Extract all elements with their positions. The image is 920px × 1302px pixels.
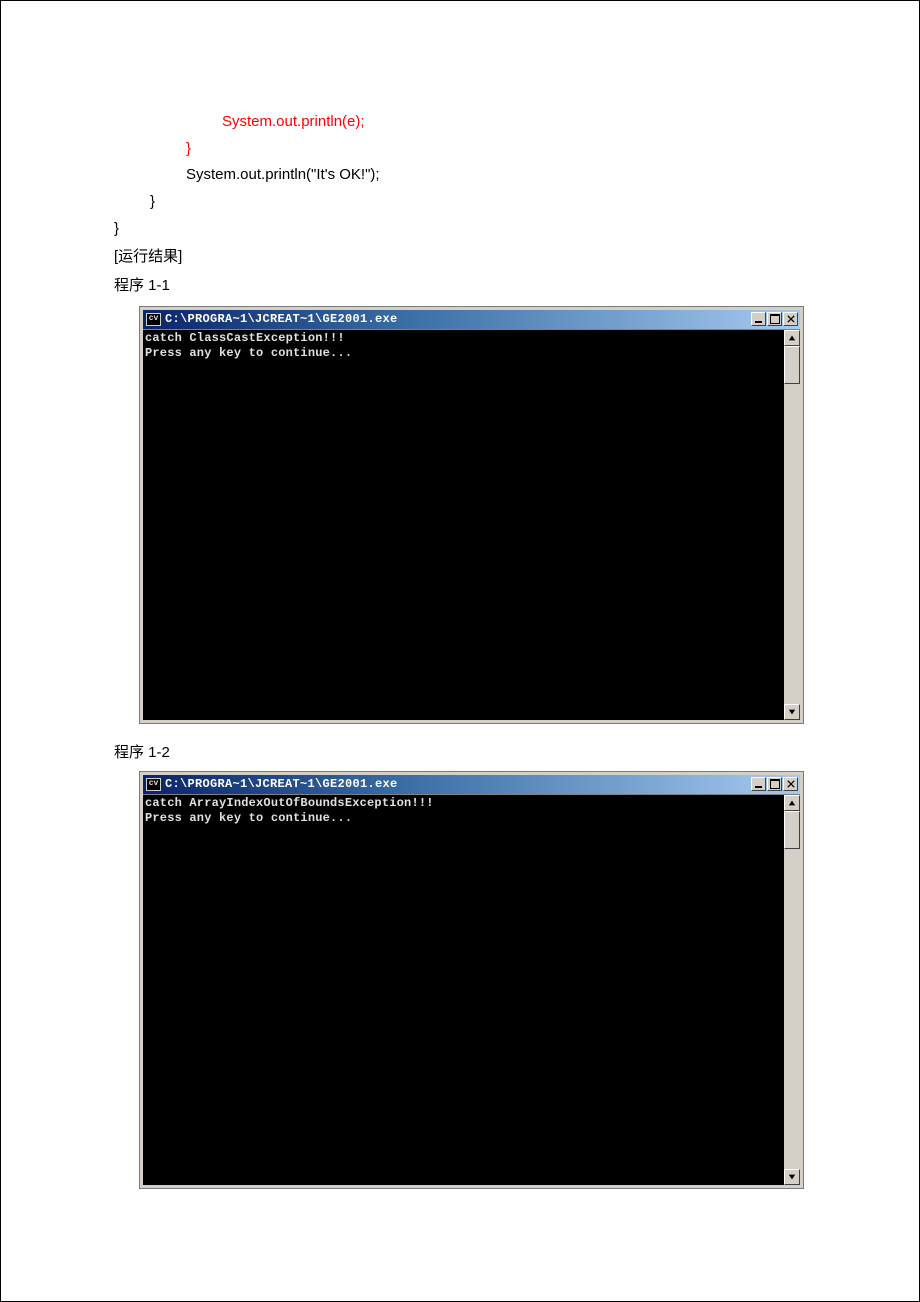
page-frame: System.out.println(e); } System.out.prin… bbox=[0, 0, 920, 1302]
scrollbar-track[interactable] bbox=[784, 346, 800, 704]
console-output: catch ArrayIndexOutOfBoundsException!!! … bbox=[143, 795, 784, 1185]
cmd-icon: cv bbox=[146, 778, 161, 791]
titlebar[interactable]: cv C:\PROGRA~1\JCREAT~1\GE2001.exe bbox=[143, 775, 800, 794]
close-button[interactable] bbox=[783, 312, 798, 326]
code-line: System.out.println("It's OK!"); bbox=[114, 162, 919, 189]
console-window-2: cv C:\PROGRA~1\JCREAT~1\GE2001.exe catch… bbox=[139, 771, 804, 1189]
scroll-down-button[interactable] bbox=[784, 704, 800, 720]
console-window-1: cv C:\PROGRA~1\JCREAT~1\GE2001.exe catch… bbox=[139, 306, 804, 724]
maximize-button[interactable] bbox=[767, 777, 782, 791]
close-icon bbox=[787, 315, 795, 323]
close-icon bbox=[787, 780, 795, 788]
titlebar[interactable]: cv C:\PROGRA~1\JCREAT~1\GE2001.exe bbox=[143, 310, 800, 329]
scrollbar-track[interactable] bbox=[784, 811, 800, 1169]
scroll-down-button[interactable] bbox=[784, 1169, 800, 1185]
scroll-up-button[interactable] bbox=[784, 330, 800, 346]
code-line: } bbox=[114, 189, 919, 216]
close-button[interactable] bbox=[783, 777, 798, 791]
code-line: } bbox=[114, 136, 919, 163]
arrow-down-icon bbox=[788, 708, 796, 716]
console-output: catch ClassCastException!!! Press any ke… bbox=[143, 330, 784, 720]
scrollbar-thumb[interactable] bbox=[784, 346, 800, 384]
window-title: C:\PROGRA~1\JCREAT~1\GE2001.exe bbox=[165, 312, 747, 326]
scrollbar-thumb[interactable] bbox=[784, 811, 800, 849]
code-line: } bbox=[114, 216, 919, 243]
arrow-up-icon bbox=[788, 799, 796, 807]
program-1-1-label: 程序 1-1 bbox=[114, 273, 919, 300]
run-result-label: [运行结果] bbox=[114, 244, 919, 271]
scrollbar[interactable] bbox=[784, 795, 800, 1185]
window-title: C:\PROGRA~1\JCREAT~1\GE2001.exe bbox=[165, 777, 747, 791]
arrow-down-icon bbox=[788, 1173, 796, 1181]
scroll-up-button[interactable] bbox=[784, 795, 800, 811]
cmd-icon: cv bbox=[146, 313, 161, 326]
code-block: System.out.println(e); } System.out.prin… bbox=[114, 109, 919, 242]
arrow-up-icon bbox=[788, 334, 796, 342]
maximize-button[interactable] bbox=[767, 312, 782, 326]
code-line: System.out.println(e); bbox=[114, 109, 919, 136]
program-1-2-label: 程序 1-2 bbox=[114, 740, 919, 767]
minimize-button[interactable] bbox=[751, 777, 766, 791]
scrollbar[interactable] bbox=[784, 330, 800, 720]
minimize-button[interactable] bbox=[751, 312, 766, 326]
